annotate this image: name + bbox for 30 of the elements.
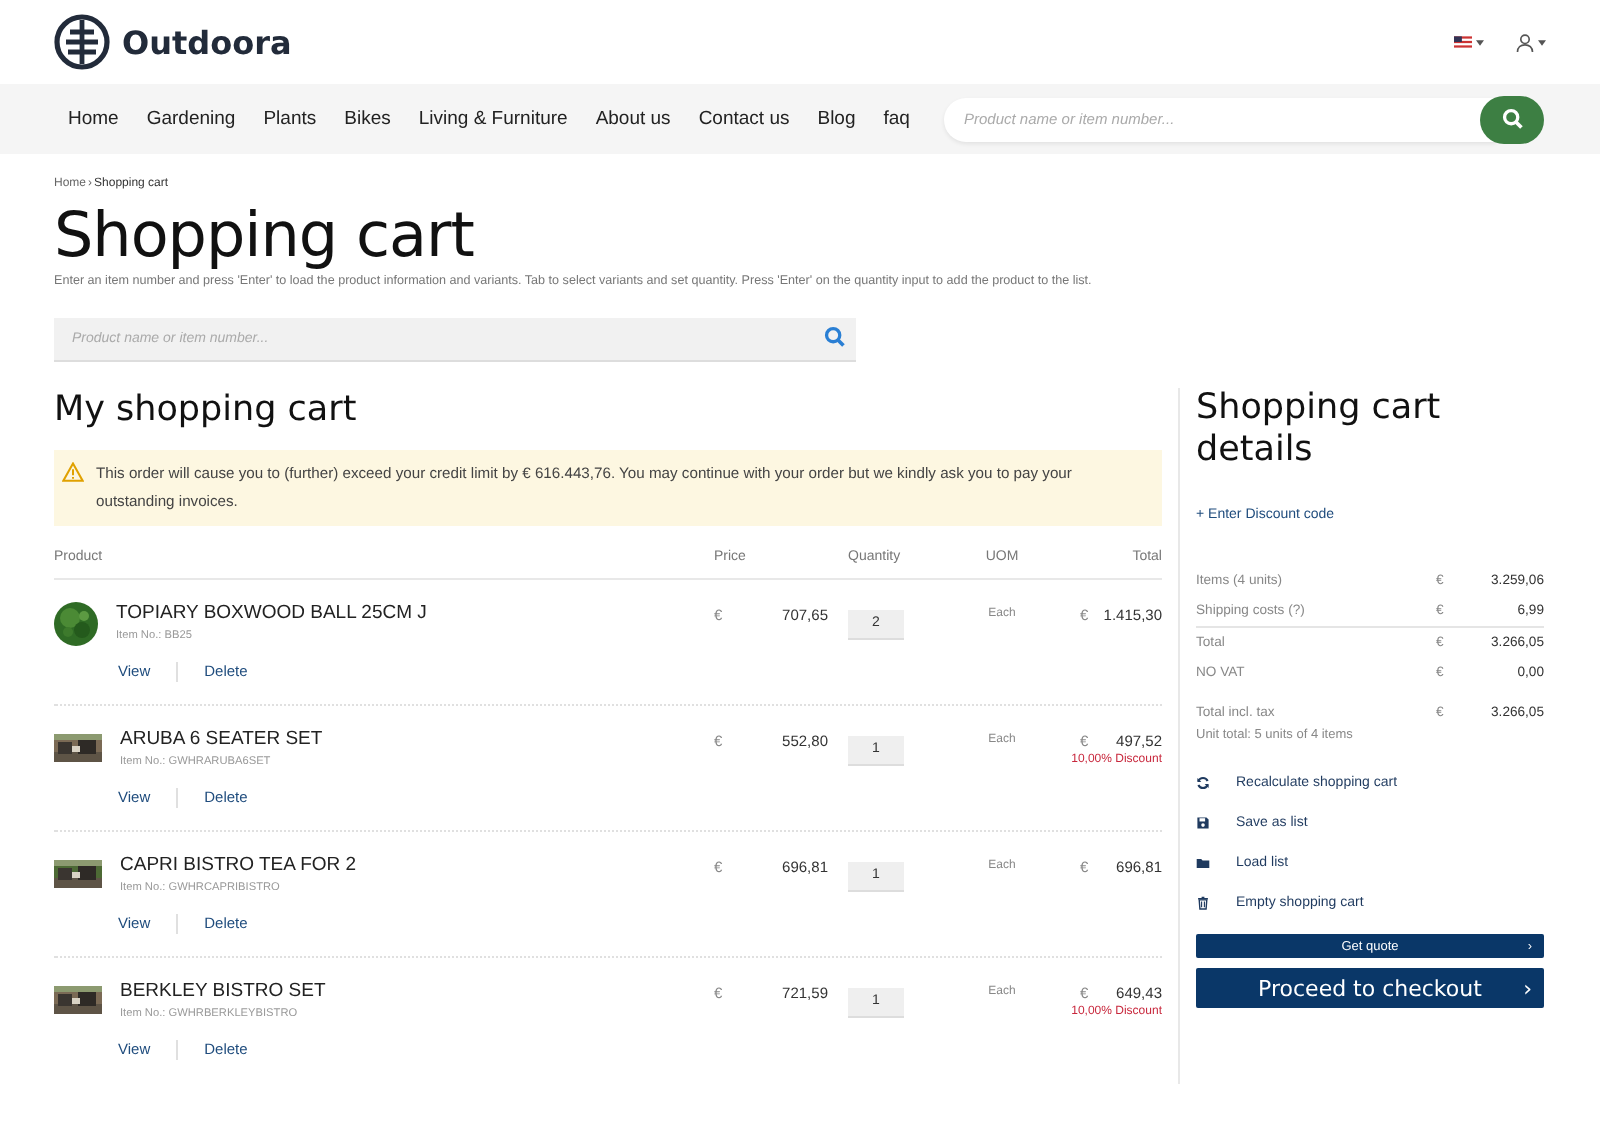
tree-logo-icon [54, 14, 110, 70]
nav-link[interactable]: Contact us [698, 108, 790, 130]
nav-link[interactable]: Plants [263, 108, 317, 130]
nav-link[interactable]: About us [595, 108, 671, 130]
folder-icon [1196, 856, 1210, 870]
brand-name[interactable]: Outdoora [122, 23, 292, 61]
warning-icon [62, 462, 84, 482]
nav-link[interactable]: Blog [817, 108, 856, 130]
search-icon[interactable] [824, 326, 846, 348]
page-title: Shopping cart [54, 198, 476, 274]
checkout-button[interactable]: Proceed to checkout › [1196, 968, 1544, 1008]
section-title: Shopping cart details [1196, 388, 1443, 472]
caret-icon[interactable] [1538, 39, 1546, 45]
search-icon [1501, 108, 1523, 130]
nav-link[interactable]: Living & Furniture [418, 108, 568, 130]
user-icon[interactable] [1516, 33, 1534, 51]
product-name[interactable]: BERKLEY BISTRO SET [120, 978, 326, 1004]
refresh-icon [1196, 776, 1210, 790]
nav-link[interactable]: Home [68, 108, 119, 130]
product-name[interactable]: TOPIARY BOXWOOD BALL 25CM J [116, 600, 427, 626]
product-name[interactable]: CAPRI BISTRO TEA FOR 2 [120, 852, 357, 878]
nav-link[interactable]: Gardening [146, 108, 236, 130]
section-title: My shopping cart [54, 388, 359, 432]
trash-icon [1196, 896, 1210, 910]
nav-link[interactable]: faq [883, 108, 910, 130]
search-button[interactable] [1480, 95, 1544, 143]
flag-icon[interactable] [1454, 36, 1472, 48]
caret-icon[interactable] [1476, 39, 1484, 45]
nav-link[interactable]: Bikes [344, 108, 391, 130]
product-name[interactable]: ARUBA 6 SEATER SET [120, 726, 323, 752]
